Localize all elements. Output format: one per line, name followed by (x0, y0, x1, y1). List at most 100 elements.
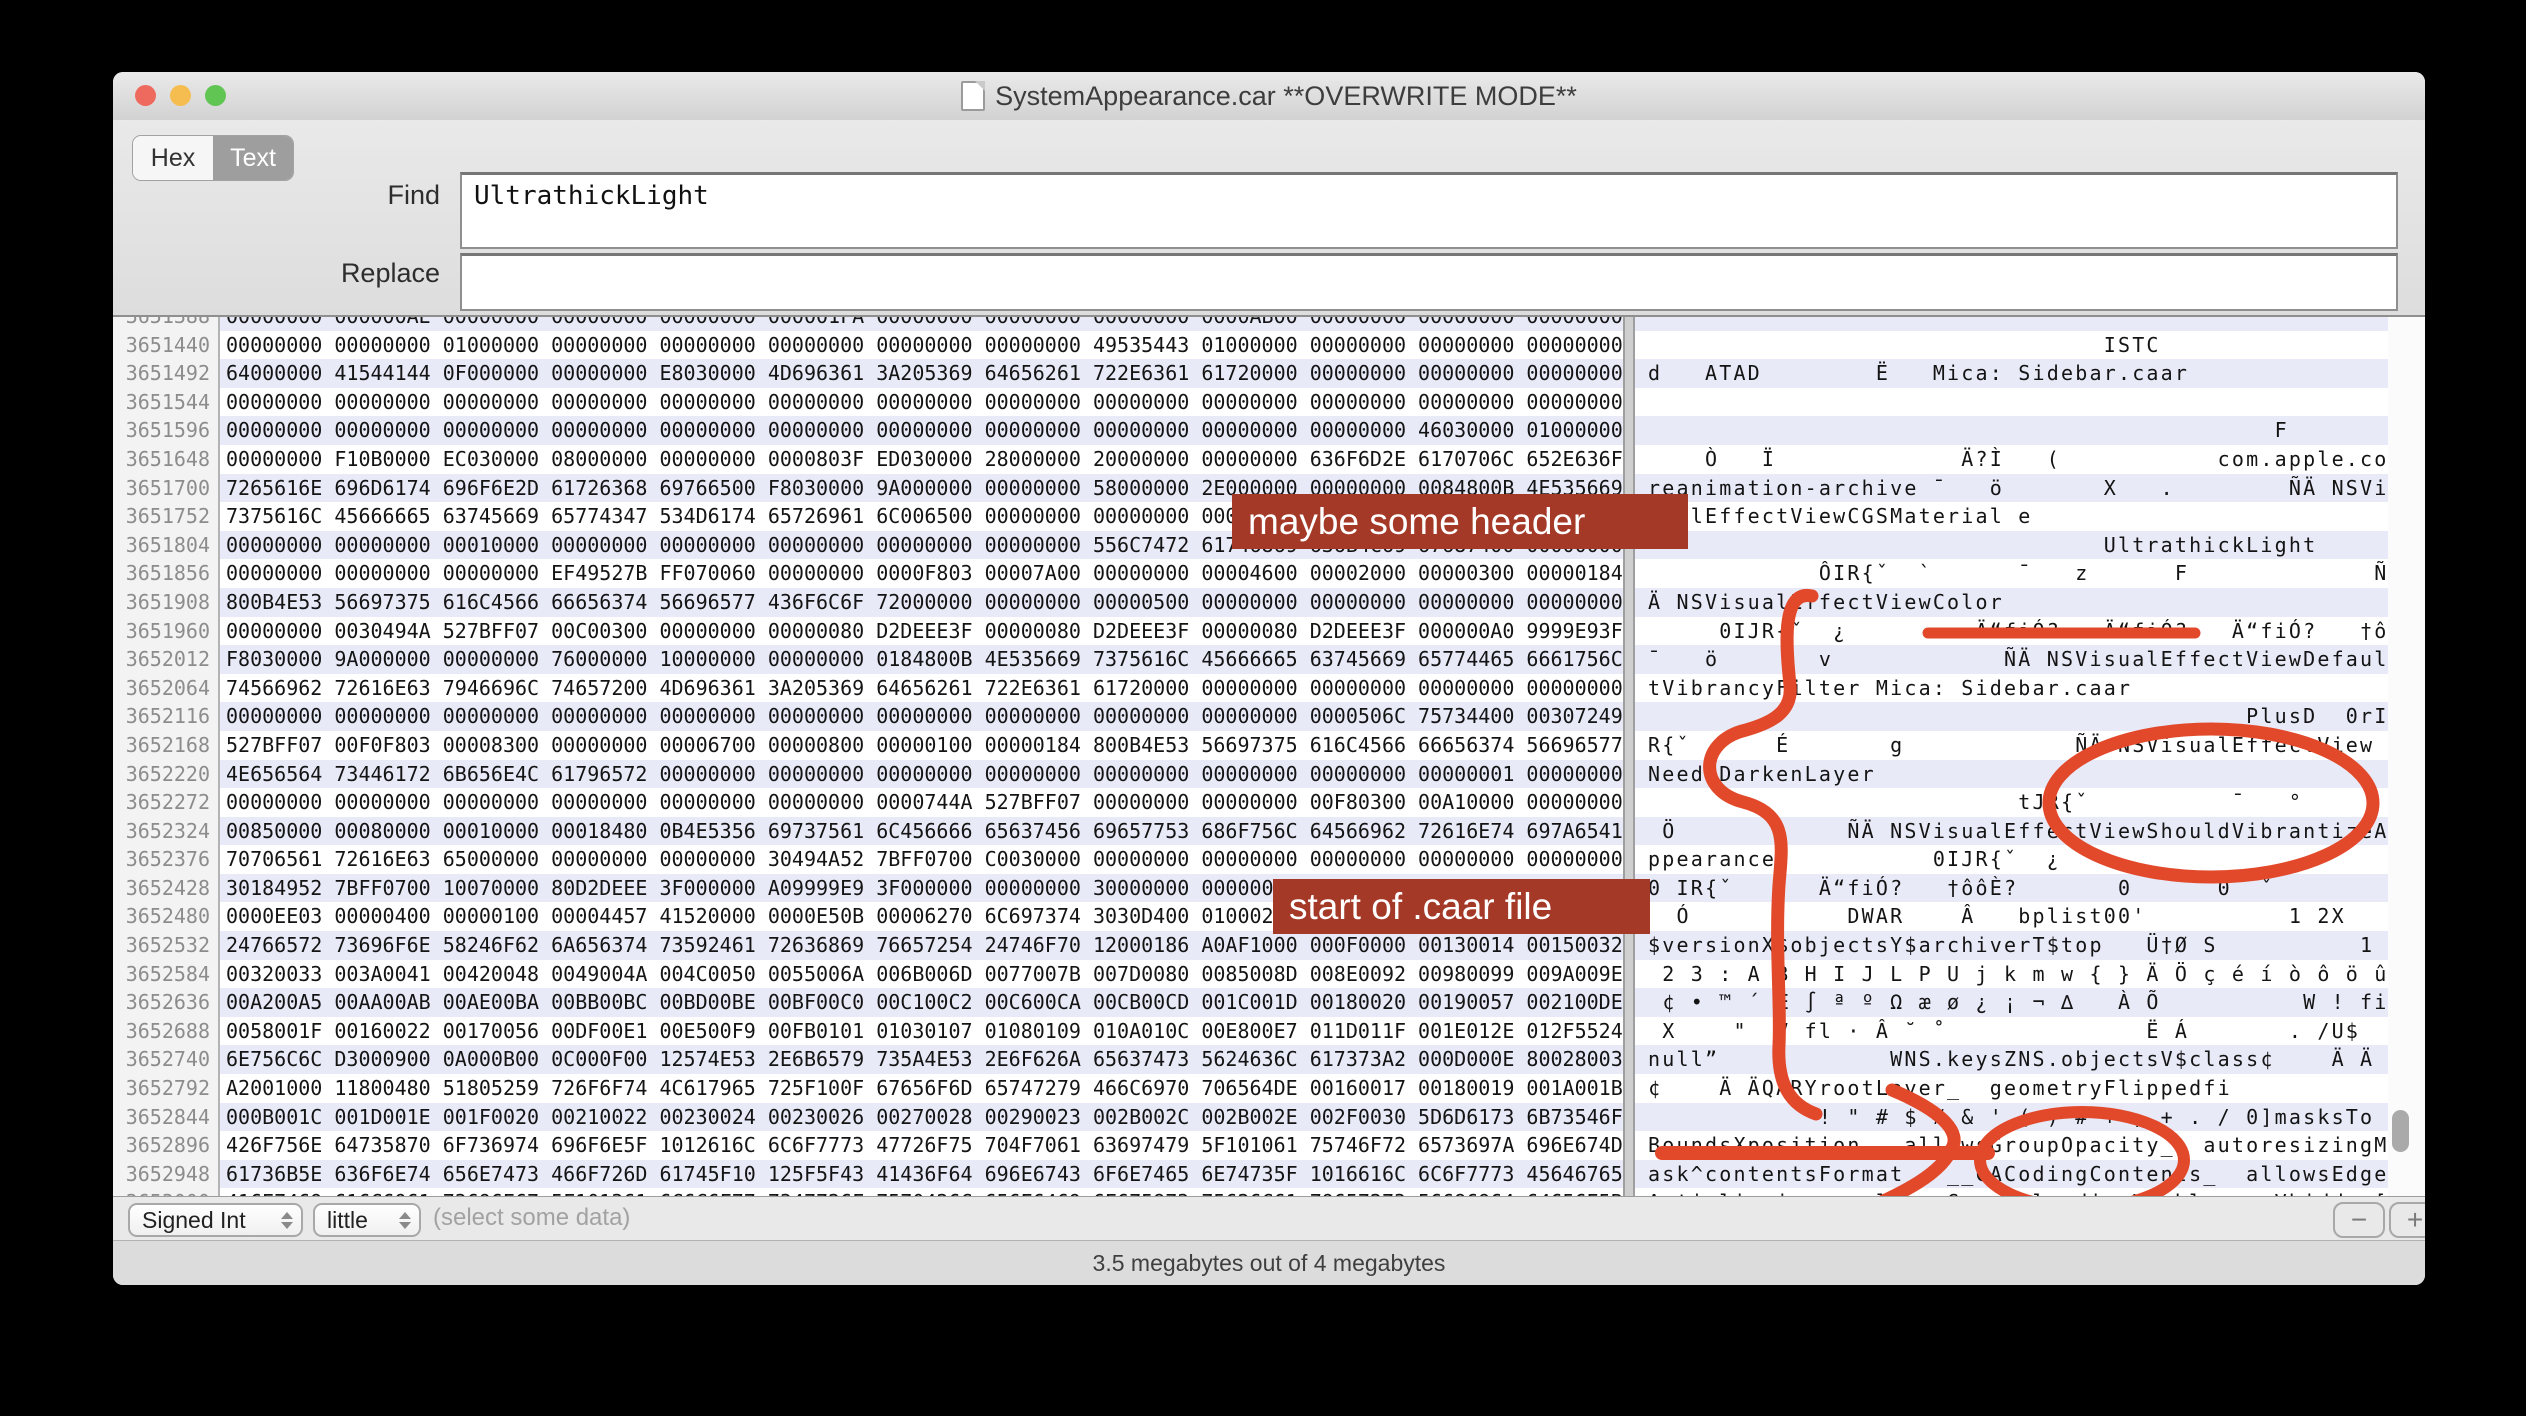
hex-pane[interactable]: 00000000 000000AE 00000000 00000000 0000… (220, 317, 1623, 1196)
hex-row[interactable]: 4E656564 73446172 6B656E4C 61796572 0000… (220, 760, 1623, 789)
hex-row[interactable]: 426F756E 64735870 6F736974 696F6E5F 1012… (220, 1131, 1623, 1160)
text-row[interactable]: 0IJR{ˇ ¿ Ä“fiÓ? Ä“fiÓ? Ä“fiÓ? †ôôÈ? (1635, 617, 2388, 646)
address-cell[interactable]: 3652688 (113, 1017, 218, 1046)
text-row[interactable]: PlusD 0rI (1635, 702, 2388, 731)
hex-row[interactable]: A2001000 11800480 51805259 726F6F74 4C61… (220, 1074, 1623, 1103)
address-cell[interactable]: 3652948 (113, 1160, 218, 1189)
hex-row[interactable]: 6E756C6C D3000900 0A000B00 0C000F00 1257… (220, 1045, 1623, 1074)
address-cell[interactable]: 3651960 (113, 617, 218, 646)
address-cell[interactable]: 3651752 (113, 502, 218, 531)
hex-row[interactable]: 00000000 00000000 00000000 00000000 0000… (220, 388, 1623, 417)
address-cell[interactable]: 3652272 (113, 788, 218, 817)
text-row[interactable]: Ó DWAR Â bplist00' 1 2X (1635, 902, 2388, 931)
address-cell[interactable]: 3651388 (113, 317, 218, 331)
hex-row[interactable]: 70706561 72616E63 65000000 00000000 0000… (220, 845, 1623, 874)
address-cell[interactable]: 3651700 (113, 474, 218, 503)
text-row[interactable]: ¢ • ™ ´ Æ ∫ ª º Ω æ ø ¿ ¡ ¬ ∆ À Õ W ! fi (1635, 988, 2388, 1017)
text-row[interactable] (1635, 317, 2388, 331)
address-cell[interactable]: 3653000 (113, 1188, 218, 1196)
hex-row[interactable]: 24766572 73696F6E 58246F62 6A656374 7359… (220, 931, 1623, 960)
address-cell[interactable]: 3652220 (113, 760, 218, 789)
hex-row[interactable]: 00000000 0030494A 527BFF07 00C00300 0000… (220, 617, 1623, 646)
data-type-popup[interactable]: Signed Int (128, 1203, 303, 1237)
text-row[interactable]: 0 IR{ˇ Ä“fiÓ? †ôôÈ? 0 0 ˇ (1635, 874, 2388, 903)
hex-row[interactable]: 00850000 00080000 00010000 00018480 0B4E… (220, 817, 1623, 846)
text-row[interactable]: ¯ ö v ÑÄ NSVisualEffectViewDefaul (1635, 645, 2388, 674)
hex-row[interactable]: 000B001C 001D001E 001F0020 00210022 0023… (220, 1103, 1623, 1132)
text-row[interactable]: ! " # $ # & ' ( ) # + , + . / 0]masksTo (1635, 1103, 2388, 1132)
hex-row[interactable]: 61736B5E 636F6E74 656E7473 466F726D 6174… (220, 1160, 1623, 1189)
address-cell[interactable]: 3651544 (113, 388, 218, 417)
address-cell[interactable]: 3651804 (113, 531, 218, 560)
hex-row[interactable]: 00000000 000000AE 00000000 00000000 0000… (220, 317, 1623, 331)
replace-input[interactable] (460, 253, 2398, 311)
address-cell[interactable]: 3652584 (113, 960, 218, 989)
address-cell[interactable]: 3652324 (113, 817, 218, 846)
hex-row[interactable]: 00000000 F10B0000 EC030000 08000000 0000… (220, 445, 1623, 474)
text-row[interactable]: reanimation-archive ¯ ö X . ÑÄ NSVi (1635, 474, 2388, 503)
hex-row[interactable]: 00000000 00000000 00000000 00000000 0000… (220, 416, 1623, 445)
hex-row[interactable]: 00000000 00000000 00000000 EF49527B FF07… (220, 559, 1623, 588)
hex-row[interactable]: 800B4E53 56697375 616C4566 66656374 5669… (220, 588, 1623, 617)
hex-row[interactable]: 00A200A5 00AA00AB 00AE00BA 00BB00BC 00BD… (220, 988, 1623, 1017)
text-row[interactable]: NeedsDarkenLayer (1635, 760, 2388, 789)
hex-row[interactable]: 00000000 00000000 00000000 00000000 0000… (220, 788, 1623, 817)
address-cell[interactable]: 3652844 (113, 1103, 218, 1132)
hex-row[interactable]: 64000000 41544144 0F000000 00000000 E803… (220, 359, 1623, 388)
tab-hex[interactable]: Hex (133, 136, 213, 180)
decrease-font-button[interactable]: − (2333, 1202, 2385, 1238)
text-row[interactable]: Ö ÑÄ NSVisualEffectViewShouldVibrantizeA (1635, 817, 2388, 846)
text-row[interactable]: BoundsXposition_ allowsGroupOpacity_ aut… (1635, 1131, 2388, 1160)
text-row[interactable] (1635, 388, 2388, 417)
address-cell[interactable]: 3652064 (113, 674, 218, 703)
text-row[interactable]: sualEffectViewCGSMaterial e (1635, 502, 2388, 531)
address-cell[interactable]: 3651440 (113, 331, 218, 360)
address-cell[interactable]: 3652636 (113, 988, 218, 1017)
text-row[interactable]: 2 3 : A B H I J L P U j k m w { } Ä Ö ç … (1635, 960, 2388, 989)
text-row[interactable]: ¢ Ä ÄQÄRYrootLayer_ geometryFlippedfi (1635, 1074, 2388, 1103)
endianness-popup[interactable]: little (313, 1203, 421, 1237)
address-cell[interactable]: 3651492 (113, 359, 218, 388)
address-cell[interactable]: 3652012 (113, 645, 218, 674)
text-row[interactable]: ÔIR{ˇ ` ¯ z F Ñ (1635, 559, 2388, 588)
address-cell[interactable]: 3652480 (113, 902, 218, 931)
scrollbar-thumb[interactable] (2392, 1110, 2409, 1152)
pane-divider[interactable] (1623, 317, 1635, 1196)
text-row[interactable]: Ä NSVisualEffectViewColor (1635, 588, 2388, 617)
hex-row[interactable]: 00000000 00000000 00000000 00000000 0000… (220, 702, 1623, 731)
address-cell[interactable]: 3652428 (113, 874, 218, 903)
hex-row[interactable]: 00320033 003A0041 00420048 0049004A 004C… (220, 960, 1623, 989)
text-row[interactable]: ISTC (1635, 331, 2388, 360)
address-cell[interactable]: 3652896 (113, 1131, 218, 1160)
text-row[interactable]: tVibrancyFilter Mica: Sidebar.caar (1635, 674, 2388, 703)
tab-text[interactable]: Text (213, 136, 293, 180)
text-pane[interactable]: ISTC d ATAD Ë Mica: Sidebar.caar F Ò Ï Ä… (1635, 317, 2388, 1196)
find-input[interactable]: UltrathickLight (460, 172, 2398, 249)
address-cell[interactable]: 3651648 (113, 445, 218, 474)
text-row[interactable]: F (1635, 416, 2388, 445)
text-row[interactable]: UltrathickLight (1635, 531, 2388, 560)
hex-row[interactable]: 74566962 72616E63 7946696C 74657200 4D69… (220, 674, 1623, 703)
increase-font-button[interactable]: + (2389, 1202, 2425, 1238)
text-row[interactable]: $versionX$objectsY$archiverT$top Ü†Ø S 1 (1635, 931, 2388, 960)
address-cell[interactable]: 3652532 (113, 931, 218, 960)
hex-row[interactable]: 00000000 00000000 01000000 00000000 0000… (220, 331, 1623, 360)
text-row[interactable]: tJR{ˇ ¯ ° (1635, 788, 2388, 817)
text-row[interactable]: ppearance 0IJR{ˇ ¿ (1635, 845, 2388, 874)
address-cell[interactable]: 3652740 (113, 1045, 218, 1074)
text-row[interactable]: null” WNS.keysZNS.objectsV$class¢ Ä Ä (1635, 1045, 2388, 1074)
text-row[interactable]: Antialiasing_ allowsGroupBlendingXsublay… (1635, 1188, 2388, 1196)
address-cell[interactable]: 3651596 (113, 416, 218, 445)
text-row[interactable]: d ATAD Ë Mica: Sidebar.caar (1635, 359, 2388, 388)
hex-row[interactable]: 527BFF07 00F0F803 00008300 00000000 0000… (220, 731, 1623, 760)
address-cell[interactable]: 3652792 (113, 1074, 218, 1103)
text-row[interactable]: R{ˇ ¯ É g ÑÄ NSVisualEffectView (1635, 731, 2388, 760)
text-row[interactable]: X " V fl · Â ˘ ˚ Ë Á . /U$ (1635, 1017, 2388, 1046)
address-cell[interactable]: 3652376 (113, 845, 218, 874)
hex-row[interactable]: F8030000 9A000000 00000000 76000000 1000… (220, 645, 1623, 674)
text-row[interactable]: Ò Ï Ä?Ì ( com.apple.co (1635, 445, 2388, 474)
address-cell[interactable]: 3651856 (113, 559, 218, 588)
address-cell[interactable]: 3651908 (113, 588, 218, 617)
scrollbar-track[interactable] (2388, 317, 2425, 1196)
address-cell[interactable]: 3652116 (113, 702, 218, 731)
